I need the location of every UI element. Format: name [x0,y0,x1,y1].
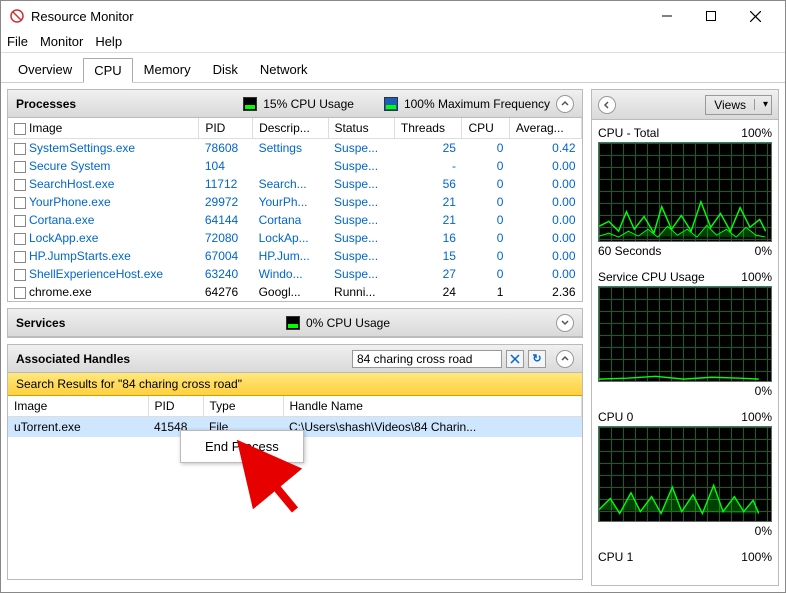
handles-search-input[interactable] [352,350,502,368]
row-checkbox[interactable] [14,233,26,245]
maximize-button[interactable] [689,2,733,30]
services-cpu-indicator-icon [286,316,300,330]
views-dropdown-icon[interactable]: ▾ [754,99,771,110]
col-pid[interactable]: PID [199,118,253,139]
clear-search-button[interactable] [506,350,524,368]
search-again-button[interactable]: ↻ [528,350,546,368]
context-menu: End Process [180,430,304,463]
cpu-usage-indicator-icon [243,97,257,111]
tab-cpu[interactable]: CPU [83,58,132,83]
tab-memory[interactable]: Memory [133,57,202,82]
table-row[interactable]: chrome.exe64276Googl...Runni...2412.36 [8,283,582,301]
max-freq-label: 100% Maximum Frequency [404,97,550,111]
context-end-process[interactable]: End Process [181,435,303,458]
graph-seconds-label: 60 Seconds [598,244,661,258]
handles-title: Associated Handles [16,352,130,366]
row-checkbox[interactable] [14,287,26,299]
row-checkbox[interactable] [14,143,26,155]
tab-disk[interactable]: Disk [202,57,249,82]
views-button[interactable]: Views ▾ [705,95,772,115]
table-row[interactable]: YourPhone.exe29972YourPh...Suspe...2100.… [8,193,582,211]
graph-service-bottom-value: 0% [755,384,772,398]
graph-cpu1-label: CPU 1 [598,550,633,564]
collapse-handles-button[interactable] [556,350,574,368]
menu-file[interactable]: File [7,34,28,49]
collapse-services-button[interactable] [556,314,574,332]
app-icon [9,8,25,24]
col-image[interactable]: Image [29,121,62,135]
row-checkbox[interactable] [14,215,26,227]
graph-cpu0-label: CPU 0 [598,410,633,424]
views-label: Views [706,98,754,112]
services-cpu-label: 0% CPU Usage [306,316,390,330]
collapse-graphs-button[interactable] [598,96,616,114]
window-title: Resource Monitor [31,9,645,24]
col-handle-name[interactable]: Handle Name [283,396,582,417]
col-status[interactable]: Status [328,118,394,139]
processes-title: Processes [16,97,76,111]
cpu-usage-label: 15% CPU Usage [263,97,354,111]
services-panel: Services 0% CPU Usage [7,308,583,338]
table-row[interactable]: SystemSettings.exe78608SettingsSuspe...2… [8,139,582,158]
row-checkbox[interactable] [14,251,26,263]
row-checkbox[interactable] [14,197,26,209]
col-handle-pid[interactable]: PID [148,396,203,417]
table-row[interactable]: SearchHost.exe11712Search...Suspe...5600… [8,175,582,193]
tab-overview[interactable]: Overview [7,57,83,82]
collapse-processes-button[interactable] [556,95,574,113]
col-handle-type[interactable]: Type [203,396,283,417]
table-row[interactable]: ShellExperienceHost.exe63240Windo...Susp… [8,265,582,283]
search-results-bar: Search Results for "84 charing cross roa… [8,373,582,396]
graph-seconds-value: 0% [755,244,772,258]
row-checkbox[interactable] [14,179,26,191]
row-checkbox[interactable] [14,269,26,281]
graph-cpu1-value: 100% [741,550,772,564]
close-button[interactable] [733,2,777,30]
select-all-checkbox[interactable] [14,123,26,135]
col-handle-image[interactable]: Image [8,396,148,417]
table-row[interactable]: Cortana.exe64144CortanaSuspe...2100.00 [8,211,582,229]
max-freq-indicator-icon [384,97,398,111]
processes-panel: Processes 15% CPU Usage 100% Maximum Fre… [7,89,583,302]
processes-table: Image PID Descrip... Status Threads CPU … [8,118,582,301]
graph-cpu-total-label: CPU - Total [598,126,659,140]
services-title: Services [16,316,65,330]
minimize-button[interactable] [645,2,689,30]
graph-cpu-total-value: 100% [741,126,772,140]
graph-cpu0-value: 100% [741,410,772,424]
table-row[interactable]: LockApp.exe72080LockAp...Suspe...1600.00 [8,229,582,247]
row-checkbox[interactable] [14,161,26,173]
graph-cpu0 [598,426,772,522]
col-threads[interactable]: Threads [394,118,462,139]
graph-service-label: Service CPU Usage [598,270,705,284]
col-desc[interactable]: Descrip... [253,118,328,139]
graph-service [598,286,772,382]
col-avg[interactable]: Averag... [509,118,581,139]
tab-network[interactable]: Network [249,57,319,82]
handle-name: C:\Users\shash\Videos\84 Charin... [283,417,582,438]
col-cpu[interactable]: CPU [462,118,509,139]
table-row[interactable]: HP.JumpStarts.exe67004HP.Jum...Suspe...1… [8,247,582,265]
menu-help[interactable]: Help [95,34,122,49]
graph-service-value: 100% [741,270,772,284]
menu-monitor[interactable]: Monitor [40,34,83,49]
graph-cpu0-bottom-value: 0% [755,524,772,538]
graph-cpu-total [598,142,772,242]
table-row[interactable]: Secure System104Suspe...-00.00 [8,157,582,175]
handle-image: uTorrent.exe [8,417,148,438]
